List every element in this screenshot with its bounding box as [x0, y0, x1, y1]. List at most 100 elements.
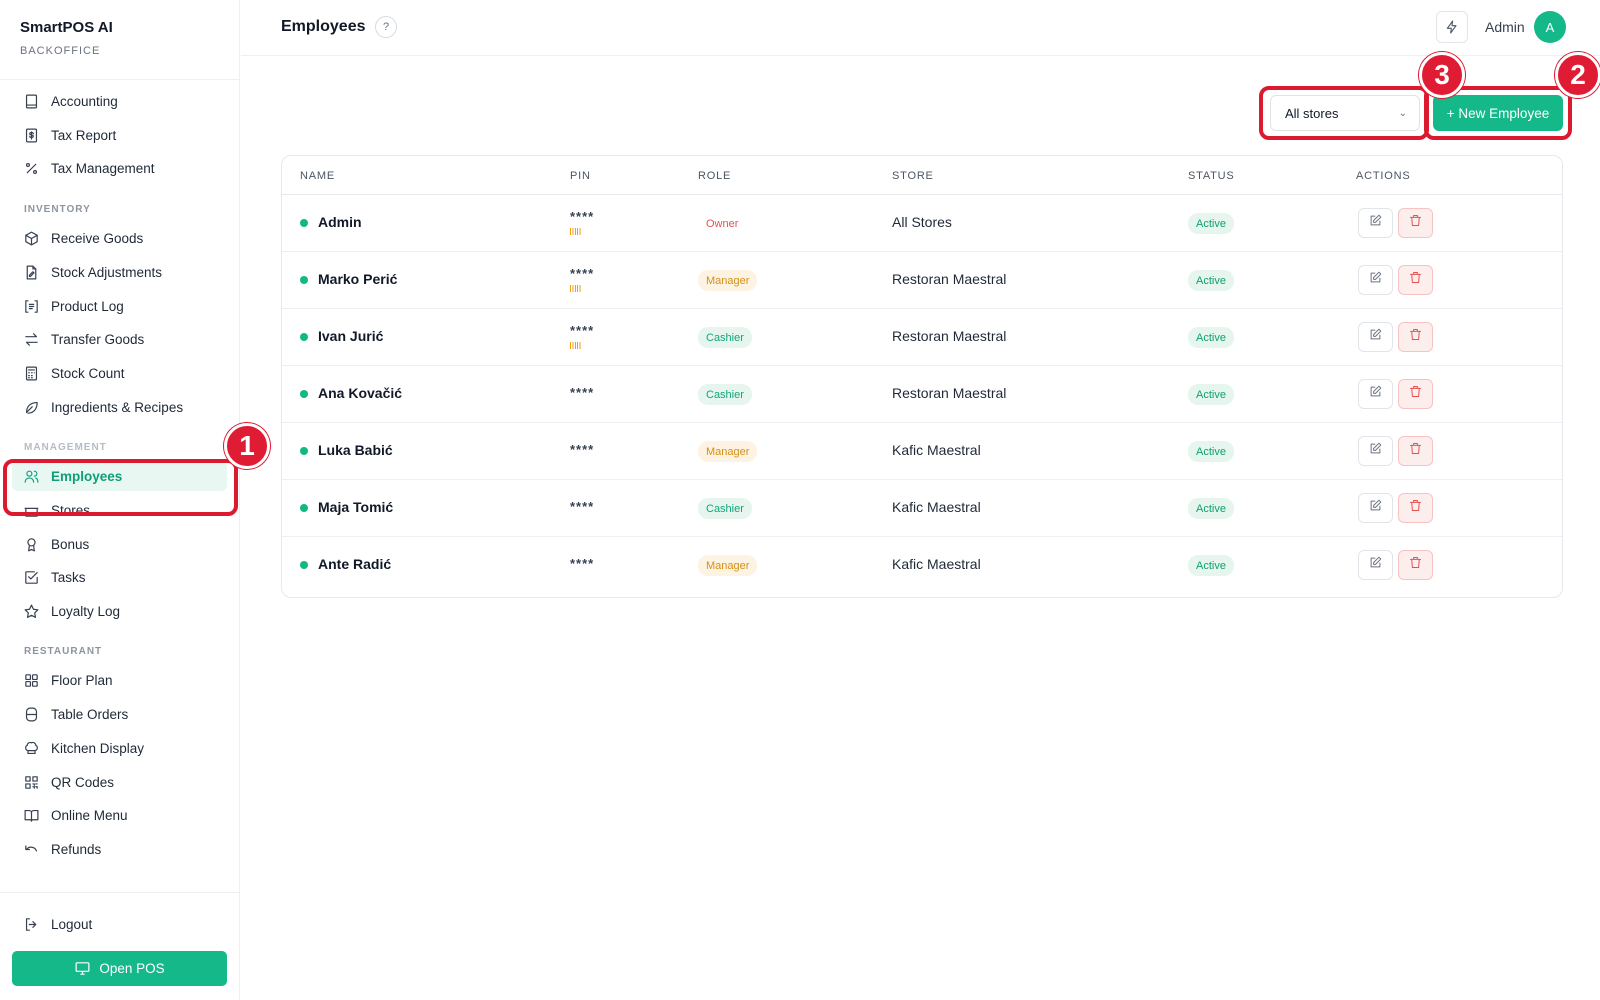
table-row: Admin **** Owner All Stores Active — [282, 195, 1562, 252]
sidebar-item-stock-adjustments[interactable]: Stock Adjustments — [12, 257, 227, 287]
delete-button[interactable] — [1398, 379, 1433, 409]
employee-name: Ante Radić — [318, 556, 392, 572]
page-title: Employees — [281, 18, 366, 35]
award-icon — [22, 535, 40, 553]
sidebar-item-label: Tax Report — [51, 127, 117, 143]
top-header: Employees ? Admin A — [241, 0, 1600, 56]
delete-button[interactable] — [1398, 550, 1433, 580]
sidebar-item-bonus[interactable]: Bonus — [12, 529, 227, 559]
employee-store: Kafic Maestral — [892, 442, 981, 458]
trash-icon — [1408, 441, 1423, 461]
role-badge: Cashier — [698, 498, 752, 519]
sidebar-item-label: Stock Adjustments — [51, 264, 163, 280]
sidebar-item-tax-management[interactable]: Tax Management — [12, 153, 227, 183]
sidebar-item-receive-goods[interactable]: Receive Goods — [12, 223, 227, 253]
delete-button[interactable] — [1398, 436, 1433, 466]
employee-name: Admin — [318, 214, 362, 230]
user-name[interactable]: Admin — [1485, 19, 1525, 35]
star-icon — [22, 602, 40, 620]
table-row: Marko Perić **** Manager Restoran Maestral A… — [282, 252, 1562, 309]
delete-button[interactable] — [1398, 265, 1433, 295]
sidebar-item-label: Loyalty Log — [51, 603, 121, 619]
table-row: Luka Babić **** Manager Kafic Maestral Activ… — [282, 423, 1562, 480]
sidebar-item-tax-report[interactable]: Tax Report — [12, 120, 227, 150]
employee-name: Luka Babić — [318, 442, 393, 458]
sidebar-item-label: Bonus — [51, 536, 90, 552]
employee-pin: **** — [570, 499, 595, 514]
edit-button[interactable] — [1358, 550, 1393, 580]
sidebar-item-transfer-goods[interactable]: Transfer Goods — [12, 324, 227, 354]
help-icon[interactable]: ? — [375, 16, 397, 38]
section-management: MANAGEMENT — [24, 442, 107, 453]
edit-icon — [1368, 270, 1383, 290]
status-dot — [300, 276, 308, 284]
role-badge: Manager — [698, 555, 758, 576]
sidebar-item-tasks[interactable]: Tasks — [12, 562, 227, 592]
sidebar-item-label: Accounting — [51, 93, 118, 109]
annotation-marker-1: 1 — [224, 423, 270, 469]
status-badge: Active — [1188, 384, 1234, 405]
employees-table: NAME PIN ROLE STORE STATUS ACTIONS Admin… — [281, 155, 1563, 598]
edit-button[interactable] — [1358, 322, 1393, 352]
status-dot — [300, 219, 308, 227]
edit-button[interactable] — [1358, 265, 1393, 295]
column-header-name: NAME — [300, 170, 335, 182]
delete-button[interactable] — [1398, 322, 1433, 352]
status-badge: Active — [1188, 555, 1234, 576]
trash-icon — [1408, 498, 1423, 518]
sidebar-item-kitchen-display[interactable]: Kitchen Display — [12, 733, 227, 763]
trash-icon — [1408, 213, 1423, 233]
employee-name: Marko Perić — [318, 271, 398, 287]
percent-icon — [22, 159, 40, 177]
sidebar-item-refunds[interactable]: Refunds — [12, 834, 227, 864]
column-header-role: ROLE — [698, 170, 732, 182]
sidebar-item-accounting[interactable]: Accounting — [12, 86, 227, 116]
sidebar-item-label: Online Menu — [51, 807, 128, 823]
column-header-status: STATUS — [1188, 170, 1235, 182]
sidebar-item-stock-count[interactable]: Stock Count — [12, 358, 227, 388]
edit-icon — [1368, 441, 1383, 461]
status-badge: Active — [1188, 498, 1234, 519]
sidebar-item-label: Tasks — [51, 569, 86, 585]
sidebar-item-online-menu[interactable]: Online Menu — [12, 800, 227, 830]
annotation-marker-3: 3 — [1419, 52, 1465, 98]
sidebar-item-table-orders[interactable]: Table Orders — [12, 699, 227, 729]
edit-button[interactable] — [1358, 379, 1393, 409]
sidebar-item-loyalty-log[interactable]: Loyalty Log — [12, 596, 227, 626]
sidebar-item-floor-plan[interactable]: Floor Plan — [12, 665, 227, 695]
sidebar-item-label: QR Codes — [51, 774, 115, 790]
edit-icon — [1368, 327, 1383, 347]
list-icon — [22, 297, 40, 315]
quick-actions-button[interactable] — [1436, 11, 1468, 43]
employee-store: Restoran Maestral — [892, 271, 1007, 287]
edit-button[interactable] — [1358, 208, 1393, 238]
sidebar-item-label: Tax Management — [51, 160, 155, 176]
barcode-icon — [570, 228, 582, 235]
sidebar-item-qr-codes[interactable]: QR Codes — [12, 767, 227, 797]
edit-icon — [1368, 498, 1383, 518]
sidebar-item-label: Table Orders — [51, 706, 129, 722]
open-pos-button[interactable]: Open POS — [12, 951, 227, 986]
monitor-icon — [75, 962, 90, 975]
role-badge: Manager — [698, 270, 758, 291]
section-restaurant: RESTAURANT — [24, 646, 103, 657]
logout-button[interactable]: Logout — [12, 909, 227, 939]
section-inventory: INVENTORY — [24, 204, 91, 215]
leaf-icon — [22, 398, 40, 416]
table-row: Ana Kovačić **** Cashier Restoran Maestral A… — [282, 366, 1562, 423]
sidebar-item-label: Receive Goods — [51, 230, 144, 246]
trash-icon — [1408, 327, 1423, 347]
delete-button[interactable] — [1398, 493, 1433, 523]
qr-icon — [22, 773, 40, 791]
sidebar-item-ingredients-recipes[interactable]: Ingredients & Recipes — [12, 392, 227, 422]
status-badge: Active — [1188, 270, 1234, 291]
logout-label: Logout — [51, 916, 93, 932]
edit-button[interactable] — [1358, 493, 1393, 523]
barcode-icon — [570, 342, 582, 349]
sidebar-item-product-log[interactable]: Product Log — [12, 291, 227, 321]
avatar[interactable]: A — [1534, 11, 1566, 43]
edit-button[interactable] — [1358, 436, 1393, 466]
role-badge: Owner — [698, 213, 747, 234]
status-dot — [300, 447, 308, 455]
delete-button[interactable] — [1398, 208, 1433, 238]
